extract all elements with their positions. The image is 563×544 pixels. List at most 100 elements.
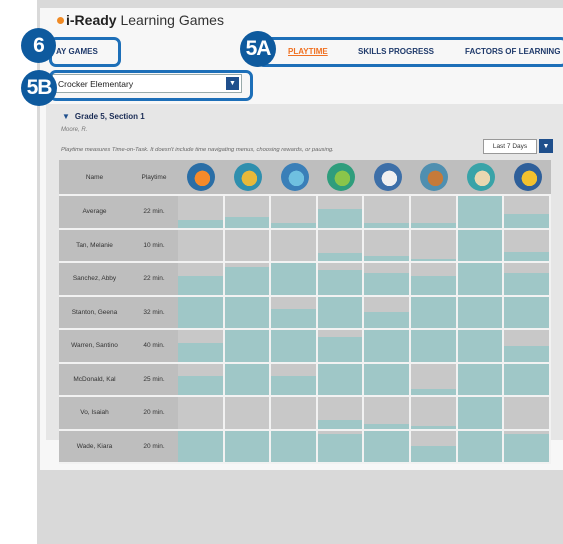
student-name[interactable]: Stanton, Geena <box>59 309 130 316</box>
student-name[interactable]: Wade, Kiara <box>59 443 130 450</box>
playtime-bar <box>271 330 316 362</box>
annotation-box-5b <box>49 70 253 101</box>
column-header-name[interactable]: Name <box>59 174 130 181</box>
game-playtime-cell <box>411 363 456 395</box>
game-playtime-cell <box>411 296 456 328</box>
playtime-bar <box>224 330 270 362</box>
playtime-bar <box>364 256 409 261</box>
playtime-value: 22 min. <box>143 275 165 282</box>
playtime-bar <box>178 296 223 328</box>
playtime-bar <box>317 419 363 429</box>
playtime-value: 22 min. <box>143 208 165 215</box>
student-name[interactable]: Vo, Isaiah <box>59 409 130 416</box>
game-playtime-cell <box>504 363 549 395</box>
game-playtime-cell <box>317 196 363 228</box>
annotation-badge-5b: 5B <box>21 70 57 106</box>
playtime-bar <box>271 376 316 395</box>
game-playtime-cell <box>457 263 503 295</box>
playtime-bar <box>224 216 270 228</box>
playtime-bar <box>457 430 503 462</box>
game-playtime-cell <box>317 397 363 429</box>
game-playtime-cell <box>178 296 223 328</box>
collapse-triangle-icon[interactable]: ▼ <box>62 112 70 121</box>
game-playtime-cell <box>224 296 270 328</box>
playtime-bar <box>504 363 549 395</box>
playtime-bar <box>504 252 549 261</box>
game-playtime-cell <box>411 397 456 429</box>
playtime-note: Playtime measures Time-on-Task. It doesn… <box>61 147 334 153</box>
playtime-bar <box>364 312 409 328</box>
playtime-bar <box>364 430 409 462</box>
playtime-bar <box>364 330 409 362</box>
game-playtime-cell <box>504 296 549 328</box>
student-name[interactable]: Tan, Melanie <box>59 242 130 249</box>
playtime-bar <box>364 272 409 295</box>
game-playtime-cell <box>224 229 270 261</box>
game-playtime-cell <box>271 430 316 462</box>
game-playtime-cell <box>178 330 223 362</box>
game-playtime-cell <box>178 263 223 295</box>
game-playtime-cell <box>364 397 409 429</box>
playtime-bar <box>457 296 503 328</box>
playtime-value: 20 min. <box>143 409 165 416</box>
game-playtime-cell <box>364 330 409 362</box>
teacher-name: Moore, R. <box>61 127 88 133</box>
playtime-bar <box>411 275 456 295</box>
column-header-playtime[interactable]: Playtime <box>130 174 178 181</box>
game-playtime-cell <box>317 229 363 261</box>
game-playtime-cell <box>317 296 363 328</box>
playtime-bar <box>504 272 549 295</box>
playtime-bar <box>411 296 456 328</box>
game-playtime-cell <box>411 229 456 261</box>
playtime-bar <box>457 363 503 395</box>
game-playtime-cell <box>457 296 503 328</box>
chevron-down-icon[interactable]: ▼ <box>539 139 553 153</box>
dinosaur-game-icon <box>327 163 356 191</box>
game-playtime-cell <box>411 263 456 295</box>
game-playtime-cell <box>504 263 549 295</box>
playtime-bar <box>504 434 549 462</box>
game-playtime-cell <box>317 430 363 462</box>
playtime-bar <box>457 263 503 295</box>
playtime-bar <box>364 363 409 395</box>
student-name[interactable]: Sanchez, Abby <box>59 275 130 282</box>
playtime-bar <box>411 330 456 362</box>
game-playtime-cell <box>504 196 549 228</box>
playtime-bar <box>411 389 456 395</box>
playtime-bar <box>178 342 223 362</box>
game-playtime-cell <box>411 196 456 228</box>
game-playtime-cell <box>224 363 270 395</box>
game-playtime-cell <box>364 363 409 395</box>
game-playtime-cell <box>457 430 503 462</box>
playtime-bar <box>317 296 363 328</box>
game-playtime-cell <box>271 263 316 295</box>
playtime-bar <box>411 446 456 462</box>
game-playtime-cell <box>271 330 316 362</box>
date-range-value: Last 7 Days <box>483 139 537 154</box>
student-name[interactable]: Average <box>59 208 130 215</box>
playtime-bar <box>364 222 409 228</box>
playtime-bar <box>271 430 316 462</box>
playtime-bar <box>457 330 503 362</box>
playtime-bar <box>411 425 456 429</box>
annotation-box-5a <box>257 37 563 67</box>
playtime-bar <box>271 309 316 328</box>
section-toggle[interactable]: ▼ Grade 5, Section 1 <box>62 112 145 121</box>
student-name[interactable]: Warren, Santino <box>59 342 130 349</box>
playtime-value: 40 min. <box>143 342 165 349</box>
game-playtime-cell <box>317 363 363 395</box>
playtime-bar <box>178 430 223 462</box>
game-playtime-cell <box>364 229 409 261</box>
annotation-box-6 <box>49 37 121 67</box>
student-name[interactable]: McDonald, Kal <box>59 376 130 383</box>
playtime-bar <box>411 222 456 228</box>
playtime-bar <box>224 430 270 462</box>
playtime-bar <box>317 208 363 228</box>
game-playtime-cell <box>178 397 223 429</box>
playtime-bar <box>224 363 270 395</box>
date-range-select[interactable]: Last 7 Days ▼ <box>483 139 553 154</box>
playtime-bar <box>457 397 503 429</box>
game-playtime-cell <box>271 296 316 328</box>
logo-dot-icon <box>57 17 64 24</box>
game-playtime-cell <box>224 263 270 295</box>
